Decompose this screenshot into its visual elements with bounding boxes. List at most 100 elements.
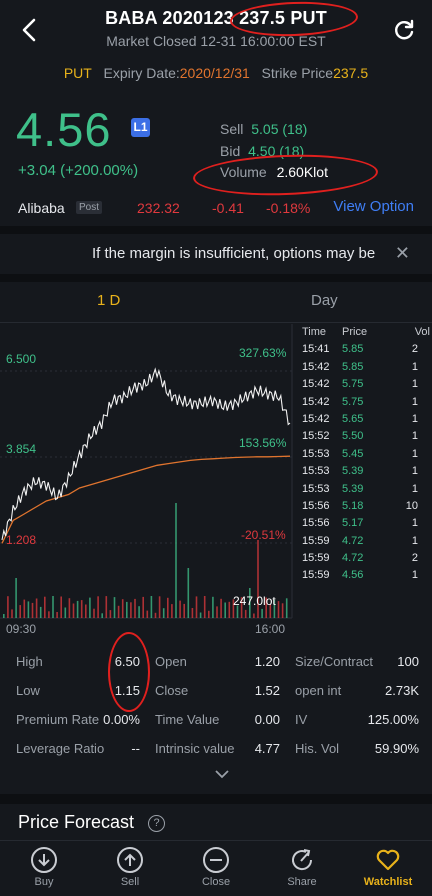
underlying-name: Alibaba xyxy=(18,200,65,216)
volume-bar xyxy=(85,604,87,618)
y-mid-label: 3.854 xyxy=(6,442,37,456)
price-forecast-title: Price Forecast xyxy=(18,812,135,832)
buy-button[interactable]: Buy xyxy=(4,847,84,888)
trade-row: 15:56 5.17 1 xyxy=(298,515,432,532)
divider xyxy=(0,322,432,323)
trade-price: 5.85 xyxy=(342,360,364,373)
volume-bar xyxy=(121,599,124,618)
volume-bar xyxy=(171,604,173,618)
chart-tabs: 1 D Day xyxy=(0,290,432,314)
stat-hisvol-value: 59.90% xyxy=(374,741,419,756)
volume-bar xyxy=(146,610,149,618)
stat-open-value: 1.20 xyxy=(254,654,280,669)
volume-bar xyxy=(113,597,116,618)
underlying-price: 232.32 xyxy=(137,200,180,216)
sell-button[interactable]: Sell xyxy=(90,847,170,888)
stat-open-int-value: 2.73K xyxy=(385,683,419,698)
trade-price: 5.39 xyxy=(342,465,364,478)
stat-iv-value: 125.00% xyxy=(367,712,419,727)
last-price: 4.56 xyxy=(16,103,112,156)
sell-value: 5.05 (18) xyxy=(251,121,308,137)
trade-time: 15:53 xyxy=(302,482,330,495)
time-start-label: 09:30 xyxy=(6,622,37,636)
trade-vol: 1 xyxy=(411,569,418,582)
volume-bar xyxy=(7,596,9,618)
volume-bar xyxy=(19,605,21,618)
trade-vol: 1 xyxy=(411,412,418,425)
volume-bar xyxy=(244,609,247,618)
trade-price: 5.75 xyxy=(342,395,364,408)
share-button[interactable]: Share xyxy=(262,847,342,888)
col-vol: Vol xyxy=(414,326,430,338)
volume-bar xyxy=(134,598,136,618)
strike-price: 237.5 xyxy=(333,65,369,81)
stat-hisvol-label: His. Vol xyxy=(295,741,340,756)
view-option-link[interactable]: View Option xyxy=(333,198,414,215)
pct-high-label: 327.63% xyxy=(239,346,287,360)
option-info: PUT Expiry Date:2020/12/31 Strike Price2… xyxy=(0,65,432,81)
volume-bar xyxy=(138,606,140,618)
trade-time: 15:56 xyxy=(302,517,330,530)
volume-bar xyxy=(261,608,263,618)
stat-high-label: High xyxy=(16,654,43,669)
volume-bar xyxy=(101,613,103,618)
volume-quote: Volume 2.60Klot xyxy=(220,164,328,180)
volume-bar xyxy=(199,612,202,618)
volume-bar xyxy=(117,605,120,618)
title-symbol: BABA 2020123 xyxy=(105,8,234,28)
trade-vol: 1 xyxy=(411,447,418,460)
sell-quote: Sell 5.05 (18) xyxy=(220,121,307,137)
share-label: Share xyxy=(287,876,317,888)
stats-row: Leverage Ratio -- Intrinsic value 4.77 H… xyxy=(0,739,432,768)
volume-bar xyxy=(167,597,169,618)
trade-time: 15:42 xyxy=(302,412,330,425)
watchlist-label: Watchlist xyxy=(363,876,413,888)
volume-bar xyxy=(76,600,79,618)
page-title: BABA 2020123 237.5 PUT xyxy=(0,8,432,29)
tab-day[interactable]: Day xyxy=(311,292,338,309)
volume-bar xyxy=(109,610,112,618)
watchlist-button[interactable]: Watchlist xyxy=(348,847,428,888)
volume-bar xyxy=(31,602,34,618)
trade-row: 15:59 4.72 1 xyxy=(298,533,432,550)
help-icon[interactable]: ? xyxy=(148,815,165,832)
trade-vol: 1 xyxy=(411,430,418,443)
refresh-icon[interactable] xyxy=(392,18,416,42)
trade-time: 15:42 xyxy=(302,378,330,391)
bid-quote: Bid 4.50 (18) xyxy=(220,143,304,159)
trade-price: 5.65 xyxy=(342,412,364,425)
close-button[interactable]: Close xyxy=(176,847,256,888)
trade-row: 15:52 5.50 1 xyxy=(298,428,432,445)
volume-bar xyxy=(191,608,194,618)
stat-leverage-label: Leverage Ratio xyxy=(16,741,105,756)
chevron-down-icon[interactable] xyxy=(214,768,230,780)
trade-time: 15:42 xyxy=(302,395,330,408)
volume-bar xyxy=(15,578,17,618)
stat-time-value-label: Time Value xyxy=(155,712,220,727)
title-strike: 237.5 PUT xyxy=(239,8,327,28)
stat-premium-value: 0.00% xyxy=(103,712,140,727)
volume-bar xyxy=(208,610,210,618)
underlying-row[interactable]: Alibaba Post 232.32 -0.41 -0.18% View Op… xyxy=(0,196,432,222)
volume-bar xyxy=(277,601,280,618)
tab-1d[interactable]: 1 D xyxy=(97,292,120,309)
volume-bar xyxy=(212,596,214,618)
close-icon[interactable]: ✕ xyxy=(395,243,410,264)
trade-price: 4.56 xyxy=(342,569,364,582)
volume-bar xyxy=(158,596,161,618)
volume-bar xyxy=(216,606,218,618)
volume-bar xyxy=(60,596,62,618)
trade-row: 15:53 5.39 1 xyxy=(298,463,432,480)
intraday-chart[interactable]: 6.500 3.854 1.208 327.63% 153.56% -20.51… xyxy=(0,324,294,640)
volume-bar xyxy=(72,603,75,618)
stat-intrinsic-label: Intrinsic value xyxy=(155,741,235,756)
trade-price: 5.50 xyxy=(342,430,364,443)
trade-price: 4.72 xyxy=(342,534,364,547)
bottom-nav: Buy Sell Close Share Watchlist xyxy=(0,840,432,896)
trade-time: 15:52 xyxy=(302,430,330,443)
volume-bar xyxy=(228,601,231,618)
volume-value: 2.60Klot xyxy=(276,164,328,180)
trade-time: 15:53 xyxy=(302,447,330,460)
volume-bar xyxy=(39,606,42,618)
volume-bar xyxy=(154,612,157,618)
